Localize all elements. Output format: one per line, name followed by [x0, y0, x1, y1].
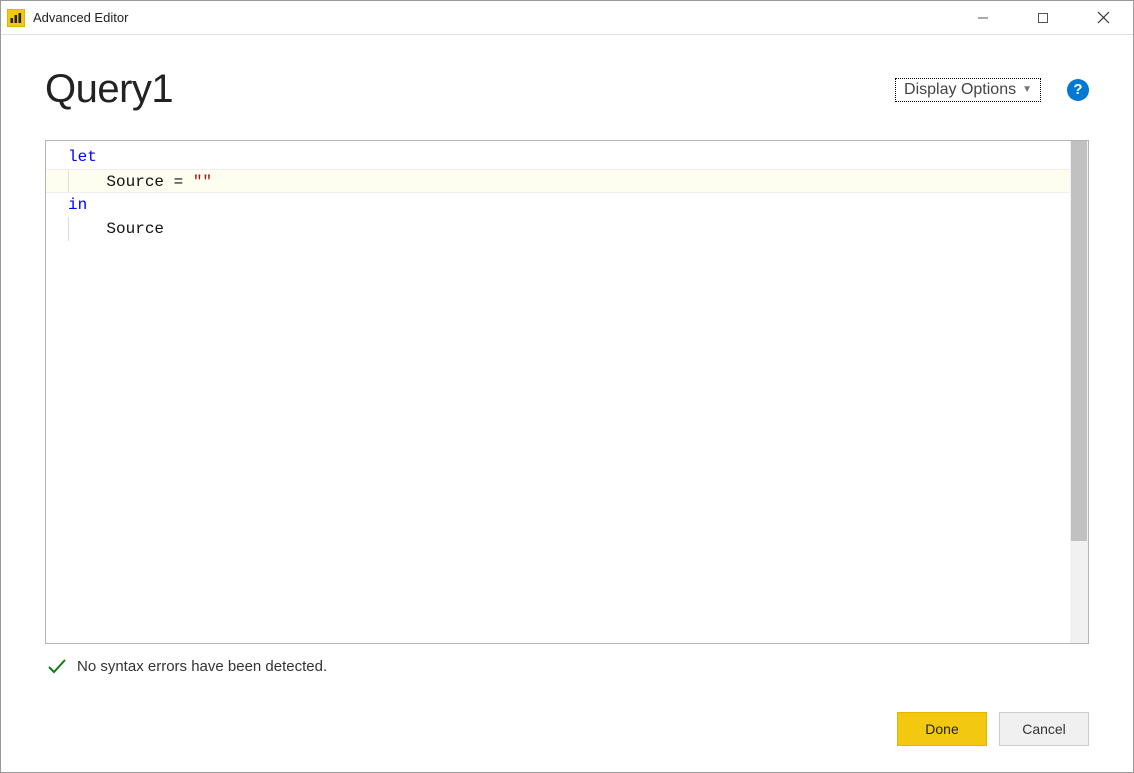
titlebar: Advanced Editor — [1, 1, 1133, 35]
page-title: Query1 — [45, 67, 173, 112]
cancel-button[interactable]: Cancel — [999, 712, 1089, 746]
close-button[interactable] — [1073, 1, 1133, 34]
scrollbar-thumb[interactable] — [1071, 141, 1087, 541]
minimize-button[interactable] — [953, 1, 1013, 34]
editor-container: let Source = ""in Source — [45, 140, 1089, 644]
done-button[interactable]: Done — [897, 712, 987, 746]
window-controls — [953, 1, 1133, 34]
maximize-button[interactable] — [1013, 1, 1073, 34]
code-line: in — [46, 193, 1070, 217]
window-title: Advanced Editor — [33, 10, 128, 25]
status-row: No syntax errors have been detected. — [45, 644, 1089, 676]
checkmark-icon — [47, 656, 67, 676]
display-options-dropdown[interactable]: Display Options ▼ — [895, 78, 1041, 102]
code-editor[interactable]: let Source = ""in Source — [46, 141, 1070, 643]
code-line: let — [46, 145, 1070, 169]
status-message: No syntax errors have been detected. — [77, 658, 327, 675]
content-area: Query1 Display Options ▼ ? let Source = … — [1, 35, 1133, 772]
display-options-label: Display Options — [904, 81, 1016, 99]
header-right: Display Options ▼ ? — [895, 78, 1089, 102]
code-line: Source = "" — [46, 169, 1070, 193]
vertical-scrollbar[interactable] — [1070, 141, 1088, 643]
app-icon — [7, 9, 25, 27]
chevron-down-icon: ▼ — [1022, 84, 1032, 95]
button-row: Done Cancel — [45, 712, 1089, 752]
help-icon[interactable]: ? — [1067, 79, 1089, 101]
code-line: Source — [46, 217, 1070, 241]
header-row: Query1 Display Options ▼ ? — [45, 67, 1089, 112]
titlebar-left: Advanced Editor — [7, 9, 128, 27]
